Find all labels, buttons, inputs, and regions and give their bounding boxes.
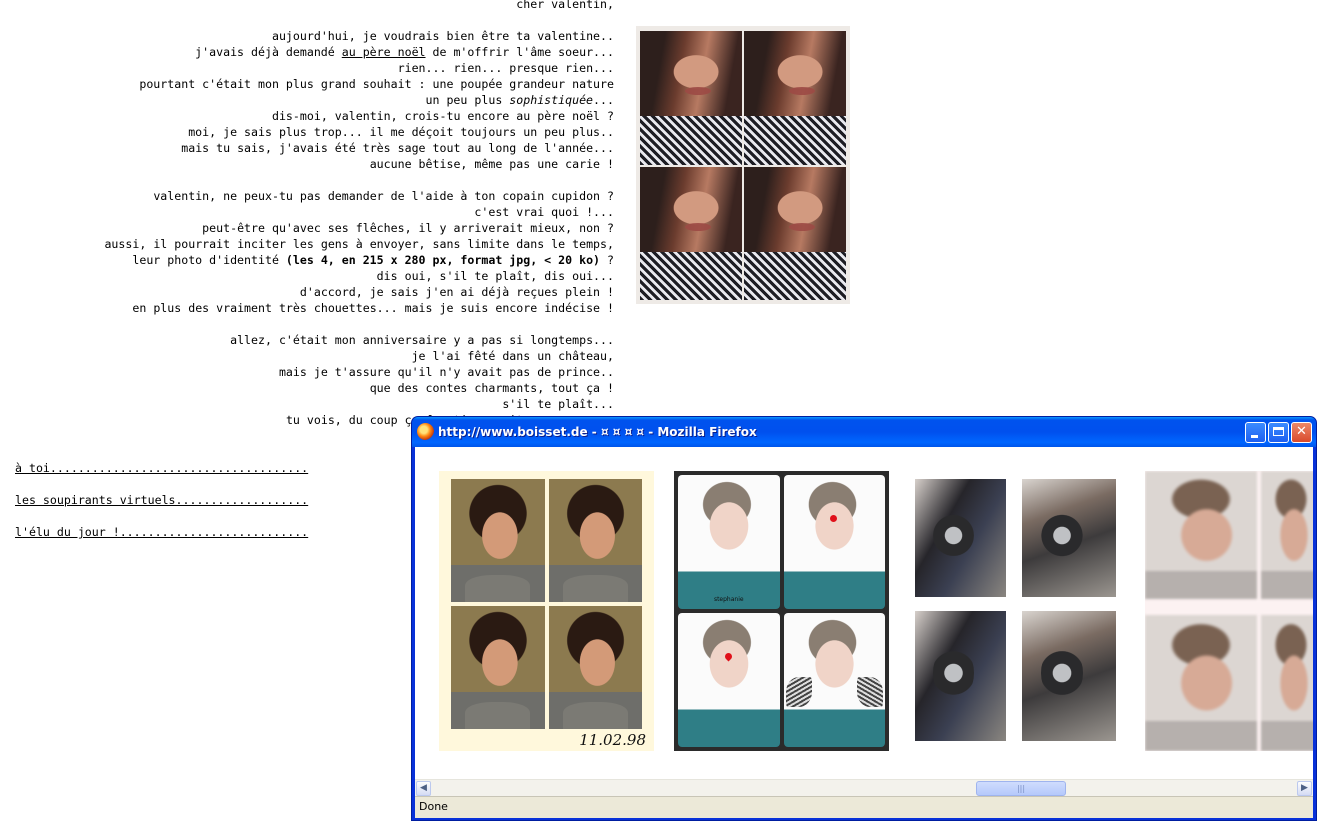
minimize-button[interactable]: [1245, 422, 1266, 443]
photo-frame: [548, 606, 642, 729]
scrollbar-thumb[interactable]: |||: [976, 781, 1066, 796]
letter-text-part: de m'offrir l'âme soeur...: [425, 45, 615, 59]
letter-line: j'avais déjà demandé au père noël de m'o…: [0, 44, 614, 60]
scroll-right-icon: ▶: [1301, 783, 1308, 793]
photo-booth-frame: [744, 31, 846, 165]
letter-text-part: ...: [593, 93, 614, 107]
menu-link-a-toi[interactable]: à toi...................................…: [15, 460, 308, 476]
red-dot-icon: [830, 515, 838, 523]
letter-line: valentin, ne peux-tu pas demander de l'a…: [153, 189, 614, 203]
photo-booth-frame: [640, 166, 742, 300]
photo-frame: [1022, 611, 1116, 741]
letter-line: pourtant c'était mon plus grand souhait …: [139, 77, 614, 91]
scroll-left-icon: ◀: [420, 783, 427, 793]
letter-line: d'accord, je sais j'en ai déjà reçues pl…: [299, 285, 614, 299]
letter-line: allez, c'était mon anniversaire y a pas …: [230, 333, 614, 347]
photo-frame: [783, 475, 885, 609]
letter-photo-specs: (les 4, en 215 x 280 px, format jpg, < 2…: [285, 253, 601, 267]
menu-link-elu-du-jour[interactable]: l'élu du jour !.........................…: [15, 524, 308, 540]
photo-frame: [678, 613, 780, 747]
letter-link-pere-noel[interactable]: au père noël: [342, 45, 426, 59]
letter-menu: à toi...................................…: [15, 460, 308, 556]
photo-frame: [548, 479, 642, 602]
letter-line: [0, 172, 614, 188]
letter-line: aussi, il pourrait inciter les gens à en…: [104, 237, 614, 251]
photo-booth-strip: [636, 26, 850, 304]
firefox-logo-icon: [417, 423, 434, 440]
photo-frame: [451, 606, 545, 729]
maximize-button[interactable]: [1268, 422, 1289, 443]
handwritten-date: 11.02.98: [579, 731, 646, 749]
photo-booth-frame: [744, 166, 846, 300]
letter-line: un peu plus sophistiquée...: [0, 92, 614, 108]
photo-submission-thumbnail[interactable]: [915, 479, 1117, 741]
photo-booth-frame: [640, 31, 742, 165]
letter-line: [0, 316, 614, 332]
letter-line: en plus des vraiment très chouettes... m…: [132, 301, 614, 315]
letter-line: rien... rien... presque rien...: [397, 61, 614, 75]
photo-frame: [451, 479, 545, 602]
letter-line: dis oui, s'il te plaît, dis oui...: [376, 269, 614, 283]
letter-line: mais je t'assure qu'il n'y avait pas de …: [278, 365, 614, 379]
window-title: http://www.boisset.de - ¤ ¤ ¤ ¤ - Mozill…: [438, 425, 757, 439]
letter-text-part: leur photo d'identité: [132, 253, 286, 267]
letter-line: [0, 12, 614, 28]
photo-frame: [1261, 615, 1313, 751]
photo-frame: [783, 613, 885, 747]
letter-text-part: un peu plus: [425, 93, 510, 107]
horizontal-scrollbar[interactable]: ◀ ||| ▶: [415, 779, 1313, 797]
close-icon: ✕: [1296, 424, 1307, 439]
letter-line: c'est vrai quoi !...: [474, 205, 614, 219]
letter-emphasis: sophistiquée: [509, 93, 594, 107]
firefox-popup-window: http://www.boisset.de - ¤ ¤ ¤ ¤ - Mozill…: [411, 416, 1317, 821]
letter-line: aujourd'hui, je voudrais bien être ta va…: [271, 29, 614, 43]
letter-line: cher valentin,: [516, 0, 614, 11]
photo-frame: [915, 611, 1006, 741]
photo-submission-thumbnail[interactable]: [1145, 471, 1313, 751]
letter-line: peut-être qu'avec ses flêches, il y arri…: [202, 221, 614, 235]
popup-page-content: 11.02.98 stephanie: [415, 447, 1313, 795]
letter-line: leur photo d'identité (les 4, en 215 x 2…: [0, 252, 614, 268]
photo-frame: [1145, 471, 1257, 599]
letter-text-part: j'avais déjà demandé: [195, 45, 342, 59]
letter-line: que des contes charmants, tout ça !: [369, 381, 614, 395]
letter-text-part: ?: [600, 253, 614, 267]
letter-line: dis-moi, valentin, crois-tu encore au pè…: [271, 109, 614, 123]
photo-frame: [1022, 479, 1116, 597]
letter-line: aucune bêtise, même pas une carie !: [369, 157, 614, 171]
photo-frame: stephanie: [678, 475, 780, 609]
photo-frame: [1145, 615, 1257, 751]
letter-text: cher valentin, aujourd'hui, je voudrais b…: [0, 0, 614, 428]
photo-submission-thumbnail[interactable]: 11.02.98: [439, 471, 654, 751]
photo-frame: [1261, 471, 1313, 599]
letter-line: s'il te plaît...: [502, 397, 614, 411]
photo-caption: stephanie: [713, 596, 744, 603]
close-button[interactable]: ✕: [1291, 422, 1312, 443]
heart-icon: [723, 651, 734, 662]
status-bar: Done: [415, 796, 1313, 818]
letter-line: mais tu sais, j'avais été très sage tout…: [181, 141, 614, 155]
photo-submission-thumbnail[interactable]: stephanie: [674, 471, 889, 751]
letter-line: moi, je sais plus trop... il me déçoit t…: [188, 125, 614, 139]
scroll-left-button[interactable]: ◀: [416, 781, 431, 796]
menu-link-soupirants-virtuels[interactable]: les soupirants virtuels.................…: [15, 492, 308, 508]
letter-line: je l'ai fêté dans un château,: [411, 349, 614, 363]
window-titlebar[interactable]: http://www.boisset.de - ¤ ¤ ¤ ¤ - Mozill…: [412, 417, 1316, 447]
wing-icon: [857, 677, 883, 708]
scroll-right-button[interactable]: ▶: [1297, 781, 1312, 796]
wing-icon: [785, 677, 812, 708]
photo-frame: [915, 479, 1006, 597]
